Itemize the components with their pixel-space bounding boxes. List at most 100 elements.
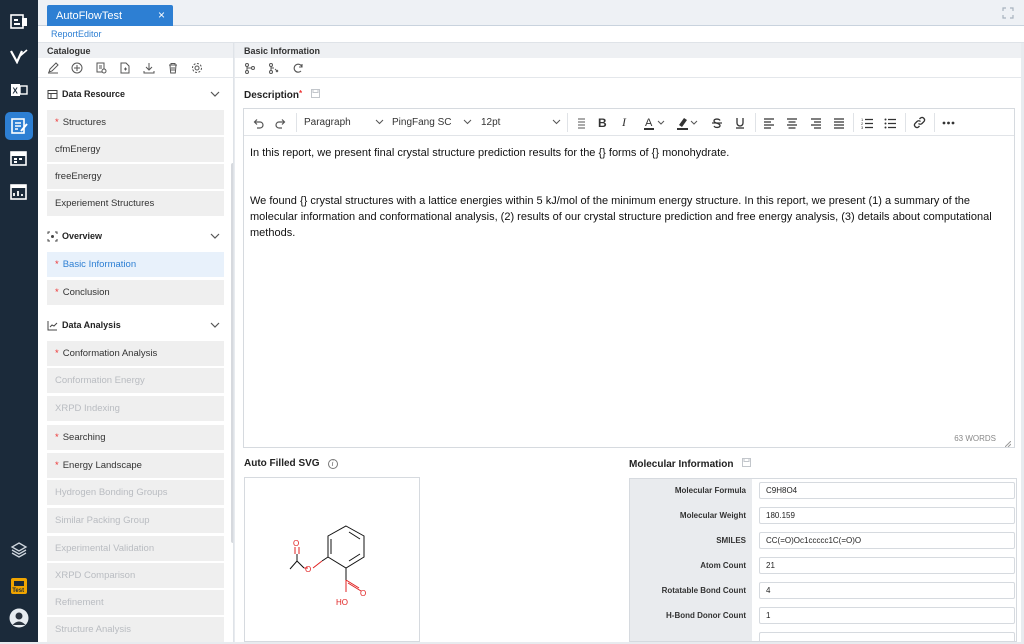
- bullet-list-icon[interactable]: [884, 115, 896, 130]
- editor-content[interactable]: In this report, we present final crystal…: [250, 145, 1010, 273]
- bold-icon[interactable]: B: [598, 115, 607, 130]
- strikethrough-icon[interactable]: [711, 115, 723, 130]
- align-center-icon[interactable]: [786, 115, 798, 130]
- add-circle-icon[interactable]: [71, 62, 83, 74]
- catalogue-item-experiement-structures[interactable]: Experiement Structures: [47, 191, 224, 217]
- v-logo-icon[interactable]: [9, 46, 29, 66]
- hbond-donor-count-field[interactable]: 1: [759, 607, 1015, 624]
- resize-grip-icon[interactable]: [1004, 438, 1012, 448]
- auto-fill-icon[interactable]: [268, 62, 280, 74]
- dashboard-icon[interactable]: [9, 12, 29, 32]
- italic-icon[interactable]: I: [622, 115, 626, 130]
- underline-icon[interactable]: [734, 115, 746, 130]
- catalogue-scrollbar[interactable]: [231, 163, 233, 543]
- next-row-field[interactable]: [759, 632, 1015, 641]
- catalogue-item-conclusion[interactable]: * Conclusion: [47, 280, 224, 306]
- aspirin-structure: O O O HO: [289, 525, 366, 607]
- row-key: Rotatable Bond Count: [661, 586, 746, 595]
- font-size-select[interactable]: 12pt: [481, 115, 561, 130]
- rotatable-bond-count-field[interactable]: 4: [759, 582, 1015, 599]
- refresh-icon[interactable]: [292, 62, 304, 74]
- info-icon[interactable]: i: [327, 459, 338, 469]
- more-icon[interactable]: [942, 115, 955, 130]
- app-root: X Test AutoFlowTest × ReportEditor Catal…: [0, 0, 1024, 642]
- tab-strip: AutoFlowTest ×: [38, 0, 1024, 26]
- catalogue-panel: Catalogue Data Resource * Structures cfmE…: [38, 43, 234, 642]
- numbered-list-icon[interactable]: 123: [861, 115, 873, 130]
- tab-autoflowtest[interactable]: AutoFlowTest ×: [47, 5, 173, 26]
- block-format-value: Paragraph: [304, 117, 351, 128]
- catalogue-item-xrpd-indexing[interactable]: XRPD Indexing: [47, 396, 224, 422]
- table-row: Molecular Weight 180.159: [630, 504, 1016, 529]
- font-family-select[interactable]: PingFang SC: [392, 115, 472, 130]
- link-icon[interactable]: [913, 115, 926, 130]
- catalogue-item-freeenergy[interactable]: freeEnergy: [47, 164, 224, 190]
- item-label: Refinement: [55, 597, 104, 608]
- excel-icon[interactable]: X: [9, 80, 29, 100]
- rich-text-editor[interactable]: Paragraph PingFang SC 12pt B I A 123 In …: [243, 108, 1015, 448]
- chevron-down-icon[interactable]: [210, 231, 220, 241]
- save-icon[interactable]: [310, 89, 320, 98]
- catalogue-item-xrpd-comparison[interactable]: XRPD Comparison: [47, 563, 224, 589]
- chart-window-icon[interactable]: [9, 182, 29, 202]
- block-format-select[interactable]: Paragraph: [304, 115, 384, 130]
- copy-icon[interactable]: [95, 62, 107, 74]
- report-editor-link[interactable]: ReportEditor: [51, 29, 102, 39]
- catalogue-title: Catalogue: [38, 43, 233, 58]
- smiles-field[interactable]: CC(=O)Oc1ccccc1C(=O)O: [759, 532, 1015, 549]
- row-key: Atom Count: [700, 561, 746, 570]
- svg-text:X: X: [13, 87, 19, 96]
- hydroxyl-label: HO: [336, 598, 348, 607]
- align-right-icon[interactable]: [810, 115, 822, 130]
- trash-icon[interactable]: [167, 62, 179, 74]
- catalogue-item-experimental-validation[interactable]: Experimental Validation: [47, 536, 224, 562]
- fullscreen-icon[interactable]: [1002, 7, 1014, 19]
- molecular-formula-field[interactable]: C9H8O4: [759, 482, 1015, 499]
- atom-count-field[interactable]: 21: [759, 557, 1015, 574]
- catalogue-item-hydrogen-bonding-groups[interactable]: Hydrogen Bonding Groups: [47, 480, 224, 506]
- download-icon[interactable]: [143, 62, 155, 74]
- catalogue-item-structure-analysis[interactable]: Structure Analysis: [47, 617, 224, 642]
- molecular-label-text: Molecular Information: [629, 459, 734, 470]
- catalogue-item-searching[interactable]: * Searching: [47, 425, 224, 451]
- report-editor-icon[interactable]: [5, 112, 33, 140]
- oxygen-label: O: [305, 565, 311, 574]
- word-count: 63 WORDS: [954, 434, 996, 443]
- section-data-analysis[interactable]: Data Analysis: [38, 312, 228, 338]
- catalogue-item-structures[interactable]: * Structures: [47, 110, 224, 136]
- new-file-icon[interactable]: [119, 62, 131, 74]
- catalogue-item-conformation-energy[interactable]: Conformation Energy: [47, 368, 224, 394]
- save-icon[interactable]: [742, 458, 752, 467]
- close-icon[interactable]: ×: [158, 8, 165, 22]
- chevron-down-icon[interactable]: [210, 320, 220, 330]
- branch-icon[interactable]: [244, 62, 256, 74]
- molecular-weight-field[interactable]: 180.159: [759, 507, 1015, 524]
- item-label: Similar Packing Group: [55, 515, 150, 526]
- layers-icon[interactable]: [9, 540, 29, 560]
- align-left-icon[interactable]: [763, 115, 775, 130]
- edit-icon[interactable]: [47, 61, 59, 74]
- user-avatar[interactable]: [9, 608, 29, 628]
- catalogue-item-similar-packing-group[interactable]: Similar Packing Group: [47, 508, 224, 534]
- calendar-icon[interactable]: [9, 148, 29, 168]
- section-overview[interactable]: Overview: [38, 223, 228, 249]
- undo-icon[interactable]: [252, 115, 264, 130]
- text-color-icon[interactable]: A: [644, 115, 666, 130]
- catalogue-item-refinement[interactable]: Refinement: [47, 590, 224, 616]
- catalogue-item-energy-landscape[interactable]: * Energy Landscape: [47, 453, 224, 479]
- oxygen-label: O: [293, 539, 299, 548]
- highlight-color-icon[interactable]: [677, 115, 699, 130]
- align-justify-icon[interactable]: [833, 115, 845, 130]
- redo-icon[interactable]: [275, 115, 287, 130]
- molecule-structure-image: O O O HO: [244, 477, 420, 642]
- catalogue-item-conformation-analysis[interactable]: * Conformation Analysis: [47, 341, 224, 367]
- settings-icon[interactable]: [191, 62, 203, 74]
- section-data-resource[interactable]: Data Resource: [38, 81, 228, 107]
- chevron-down-icon[interactable]: [210, 89, 220, 99]
- catalogue-item-cfmenergy[interactable]: cfmEnergy: [47, 137, 224, 163]
- chevron-down-icon: [463, 117, 472, 129]
- test-badge-icon[interactable]: Test: [9, 576, 29, 596]
- item-label: cfmEnergy: [55, 144, 101, 155]
- line-height-icon[interactable]: [574, 115, 586, 130]
- catalogue-item-basic-information[interactable]: * Basic Information: [47, 252, 224, 278]
